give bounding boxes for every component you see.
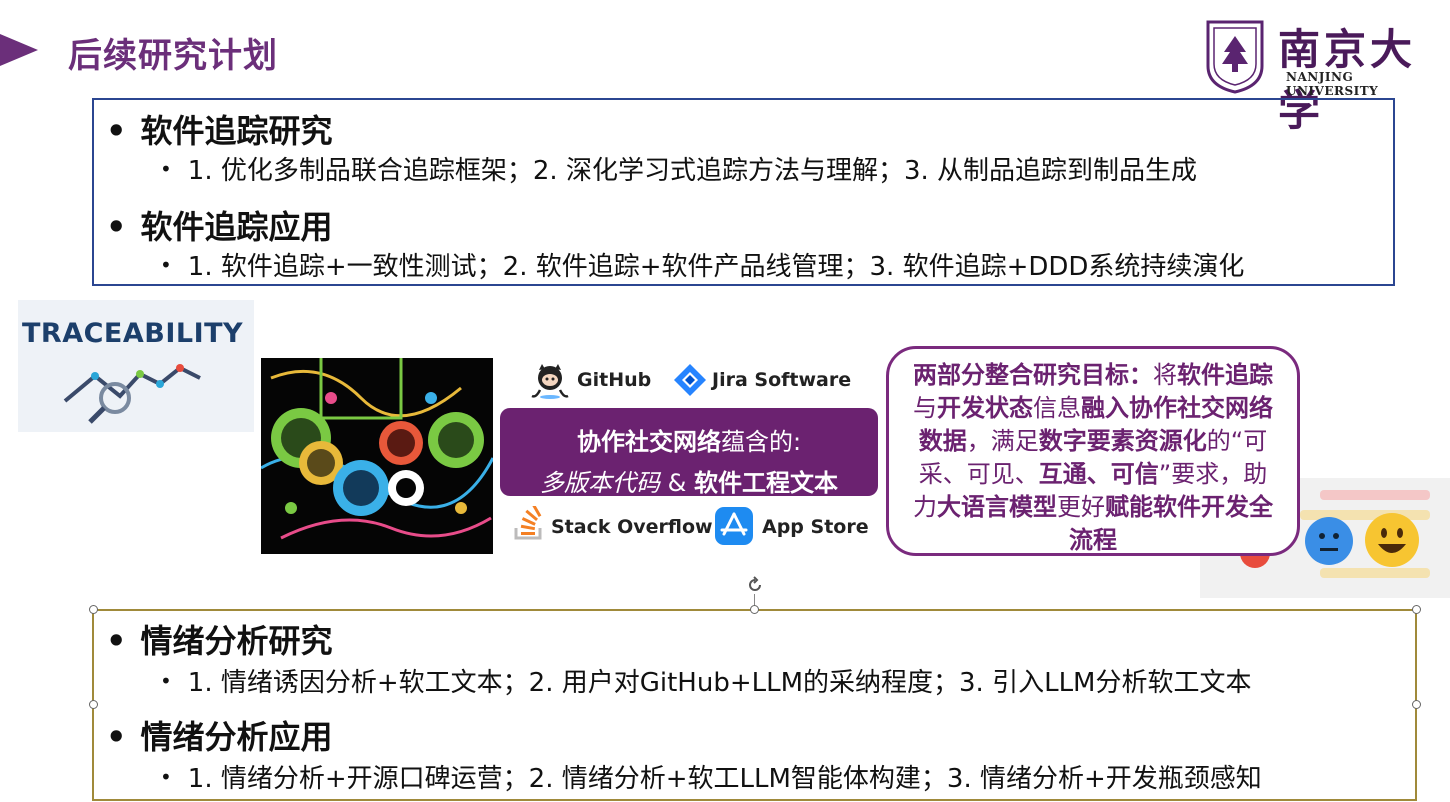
goal-text-1: 两部分整合研究目标： bbox=[913, 361, 1153, 389]
goal-text-4: 与 bbox=[913, 394, 937, 422]
network-box-bold-text: 协作社交网络 bbox=[576, 428, 721, 456]
page-title: 后续研究计划 bbox=[68, 36, 278, 76]
resize-handle-middle-right[interactable] bbox=[1412, 700, 1421, 709]
network-box-bold-text-2: 软件工程文本 bbox=[693, 469, 838, 497]
stackoverflow-label: Stack Overflow bbox=[551, 516, 713, 538]
university-seal-icon bbox=[1206, 20, 1264, 94]
goal-text-6: 信息 bbox=[1033, 394, 1081, 422]
github-label: GitHub bbox=[577, 369, 652, 391]
stackoverflow-icon bbox=[514, 506, 542, 540]
rotate-handle-icon[interactable] bbox=[746, 576, 764, 594]
jira-icon bbox=[674, 364, 706, 396]
resize-handle-top-right[interactable] bbox=[1412, 605, 1421, 614]
resize-handle-top-center[interactable] bbox=[750, 605, 759, 614]
resize-handle-top-left[interactable] bbox=[89, 605, 98, 614]
app-store-icon bbox=[715, 507, 753, 545]
goal-text-5: 开发状态 bbox=[937, 394, 1033, 422]
goal-text-2: 将 bbox=[1153, 361, 1177, 389]
goal-text-14: 更好 bbox=[1057, 493, 1105, 521]
goal-text-11: 互通、可信 bbox=[1038, 460, 1159, 488]
traceability-application-heading: 软件追踪应用 bbox=[106, 202, 332, 248]
goal-text-9: 数字要素资源化 bbox=[1038, 427, 1207, 455]
collaborative-network-box: 协作社交网络蕴含的: 多版本代码 & 软件工程文本 bbox=[500, 408, 878, 497]
traceability-application-detail: 1. 软件追踪+一致性测试；2. 软件追踪+软件产品线管理；3. 软件追踪+DD… bbox=[160, 246, 1245, 283]
title-arrow-icon bbox=[0, 34, 38, 66]
integration-goal-box: 两部分整合研究目标：将软件追踪与开发状态信息融入协作社交网络数据，满足数字要素资… bbox=[886, 346, 1300, 556]
github-octocat-icon bbox=[531, 364, 569, 399]
network-box-italic-text: 多版本代码 bbox=[540, 469, 660, 497]
goal-text-3: 软件追踪 bbox=[1177, 361, 1273, 389]
gear-people-icon bbox=[261, 358, 493, 540]
network-box-text: 蕴含的: bbox=[720, 428, 802, 456]
logo-english-name: NANJING UNIVERSITY bbox=[1286, 70, 1379, 98]
happy-face-icon bbox=[1365, 513, 1419, 567]
traceability-research-detail: 1. 优化多制品联合追踪框架；2. 深化学习式追踪方法与理解；3. 从制品追踪到… bbox=[160, 150, 1197, 187]
jira-label: Jira Software bbox=[712, 369, 852, 391]
emotion-application-heading: 情绪分析应用 bbox=[106, 712, 332, 758]
trend-chart-icon bbox=[63, 364, 201, 424]
emotion-application-detail: 1. 情绪分析+开源口碑运营；2. 情绪分析+软工LLM智能体构建；3. 情绪分… bbox=[160, 758, 1262, 795]
goal-text-8: ，满足 bbox=[966, 427, 1039, 455]
goal-text-13: 大语言模型 bbox=[937, 493, 1057, 521]
social-network-image bbox=[261, 358, 493, 554]
network-box-ampersand: & bbox=[660, 469, 694, 497]
app-store-label: App Store bbox=[762, 516, 869, 538]
emotion-research-heading: 情绪分析研究 bbox=[106, 616, 332, 662]
traceability-research-heading: 软件追踪研究 bbox=[106, 106, 332, 152]
resize-handle-middle-left[interactable] bbox=[89, 700, 98, 709]
neutral-face-icon bbox=[1305, 517, 1353, 565]
emotion-research-detail: 1. 情绪诱因分析+软工文本；2. 用户对GitHub+LLM的采纳程度；3. … bbox=[160, 662, 1252, 699]
traceability-image-text: TRACEABILITY bbox=[22, 318, 244, 349]
